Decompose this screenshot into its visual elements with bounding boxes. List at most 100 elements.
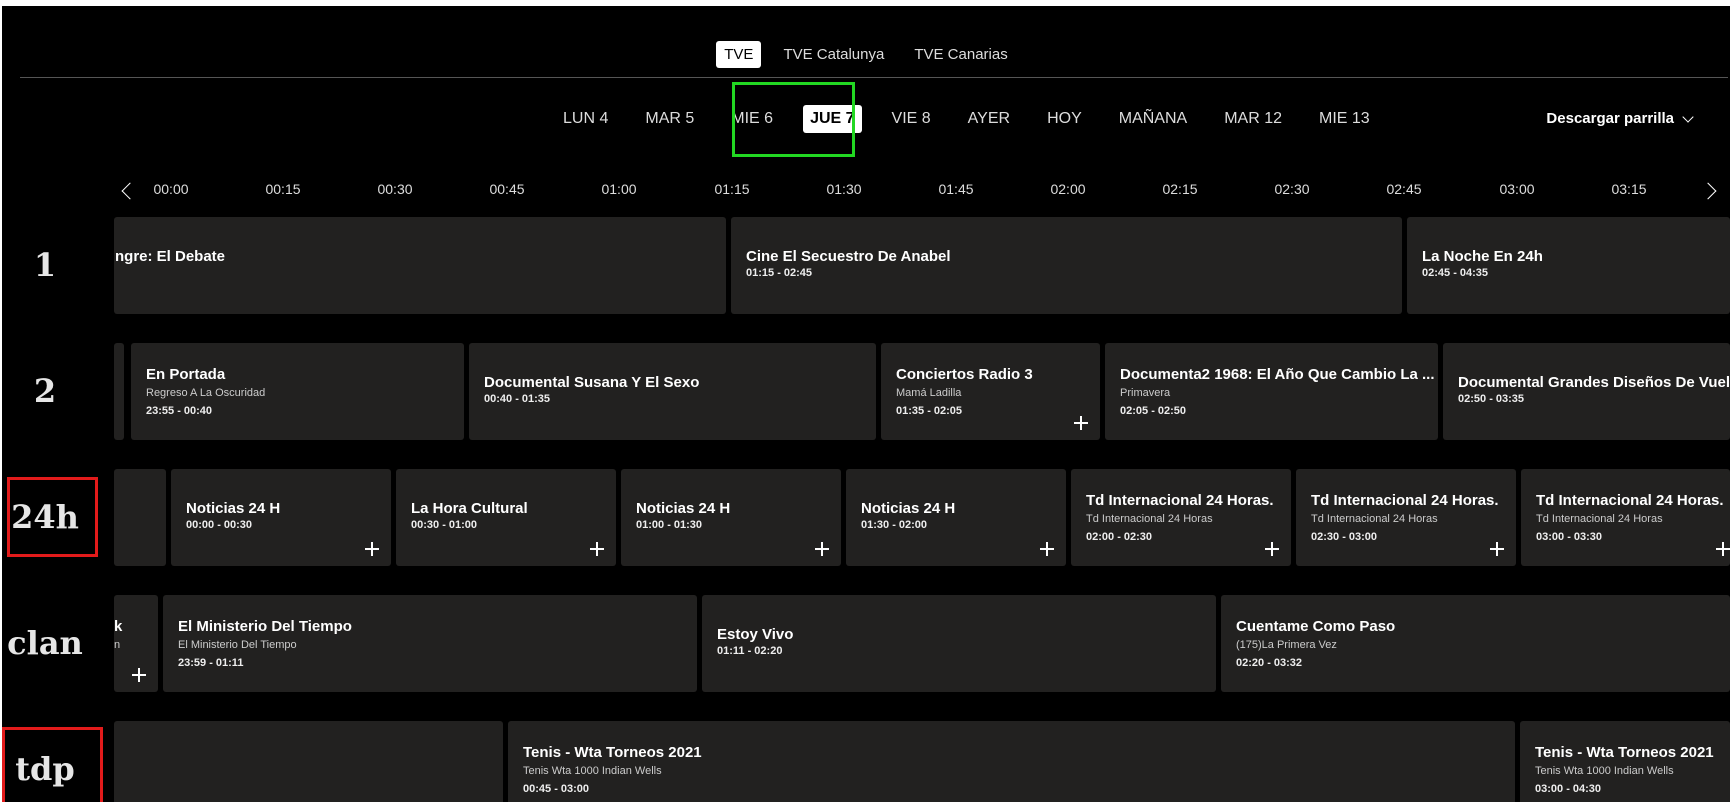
program-block[interactable]: El Ministerio Del Tiempo El Ministerio D… (163, 595, 697, 692)
program-title: En Portada (146, 366, 226, 383)
time-tick: 01:30 (826, 181, 862, 197)
program-block[interactable]: Noticias 24 H 00:00 - 00:30 (171, 469, 391, 566)
time-axis: 00:00 00:15 00:30 00:45 01:00 01:15 01:3… (114, 181, 1730, 201)
channel-logo-clan[interactable]: clan (2, 595, 88, 691)
time-tick: 03:15 (1611, 181, 1647, 197)
program-subtitle: n (114, 639, 121, 651)
add-icon[interactable] (1716, 542, 1730, 556)
tab-tve[interactable]: TVE (716, 41, 762, 68)
program-block[interactable]: Td Internacional 24 Horas. Td Internacio… (1521, 469, 1730, 566)
program-block[interactable]: Estoy Vivo 01:11 - 02:20 (702, 595, 1216, 692)
add-icon[interactable] (590, 542, 604, 556)
program-subtitle: Td Internacional 24 Horas (1311, 513, 1438, 525)
program-block[interactable]: Noticias 24 H 01:00 - 01:30 (621, 469, 841, 566)
time-tick: 01:00 (601, 181, 637, 197)
program-block[interactable]: En Portada Regreso A La Oscuridad 23:55 … (131, 343, 464, 440)
program-block[interactable]: Cuentame Como Paso (175)La Primera Vez 0… (1221, 595, 1730, 692)
channel-logo-2[interactable]: 2 (2, 343, 88, 439)
program-time: 23:59 - 01:11 (178, 657, 244, 669)
program-block[interactable]: Tenis - Wta Torneos 2021 Tenis Wta 1000 … (508, 721, 1515, 802)
chevron-down-icon (1682, 110, 1694, 123)
program-block[interactable] (114, 469, 166, 566)
time-tick: 02:30 (1274, 181, 1310, 197)
channel-logo-1[interactable]: 1 (2, 217, 88, 313)
day-vie-8[interactable]: VIE 8 (885, 105, 938, 133)
program-subtitle: Tenis Wta 1000 Indian Wells (523, 765, 662, 777)
program-block[interactable]: Noticias 24 H 01:30 - 02:00 (846, 469, 1066, 566)
program-time: 00:30 - 01:00 (411, 519, 478, 531)
program-block[interactable]: k n (114, 595, 158, 692)
add-icon[interactable] (1265, 542, 1279, 556)
program-time: 02:30 - 03:00 (1311, 531, 1378, 543)
program-title: Td Internacional 24 Horas. (1311, 492, 1499, 509)
program-title: La Noche En 24h (1422, 248, 1543, 265)
program-time: 02:20 - 03:32 (1236, 657, 1303, 669)
time-tick: 01:15 (714, 181, 750, 197)
program-title: Noticias 24 H (636, 500, 731, 517)
program-time: 23:55 - 00:40 (146, 405, 213, 417)
program-title: Conciertos Radio 3 (896, 366, 1033, 383)
program-block[interactable]: Documenta2 1968: El Año Que Cambio La ..… (1105, 343, 1438, 440)
program-title: Cine El Secuestro De Anabel (746, 248, 951, 265)
program-block[interactable]: Documental Susana Y El Sexo 00:40 - 01:3… (469, 343, 876, 440)
tab-tve-catalunya[interactable]: TVE Catalunya (775, 41, 892, 68)
day-selector: LUN 4 MAR 5 MIE 6 JUE 7 VIE 8 AYER HOY M… (556, 105, 1377, 133)
day-hoy[interactable]: HOY (1040, 105, 1089, 133)
day-mie-6[interactable]: MIE 6 (724, 105, 780, 133)
add-icon[interactable] (815, 542, 829, 556)
program-title: El Ministerio Del Tiempo (178, 618, 352, 635)
program-block[interactable]: Conciertos Radio 3 Mamá Ladilla 01:35 - … (881, 343, 1100, 440)
time-tick: 00:00 (153, 181, 189, 197)
program-title: Td Internacional 24 Horas. (1086, 492, 1274, 509)
program-time: 01:15 - 02:45 (746, 267, 813, 279)
download-grid-button[interactable]: Descargar parrilla (1546, 110, 1694, 127)
time-tick: 02:45 (1386, 181, 1422, 197)
channel-logo-tdp[interactable]: tdp (2, 721, 103, 802)
program-block[interactable]: Documental Grandes Diseños De Vuelta 02:… (1443, 343, 1730, 440)
program-time: 01:00 - 01:30 (636, 519, 703, 531)
tab-tve-canarias[interactable]: TVE Canarias (906, 41, 1015, 68)
program-block[interactable] (114, 343, 124, 440)
program-time: 01:30 - 02:00 (861, 519, 928, 531)
program-subtitle: Td Internacional 24 Horas (1536, 513, 1663, 525)
channel-logo-24h[interactable]: 24h (2, 469, 98, 565)
program-subtitle: El Ministerio Del Tiempo (178, 639, 297, 651)
program-block[interactable]: ngre: El Debate (114, 217, 726, 314)
program-title: Cuentame Como Paso (1236, 618, 1396, 635)
day-mie-13[interactable]: MIE 13 (1312, 105, 1377, 133)
add-icon[interactable] (1040, 542, 1054, 556)
program-block[interactable]: Tenis - Wta Torneos 2021 Tenis Wta 1000 … (1520, 721, 1730, 802)
day-mar-5[interactable]: MAR 5 (638, 105, 701, 133)
add-icon[interactable] (1074, 416, 1088, 430)
day-manana[interactable]: MAÑANA (1112, 105, 1194, 133)
program-title: Documental Grandes Diseños De Vuelta (1458, 374, 1730, 391)
add-icon[interactable] (365, 542, 379, 556)
program-title: La Hora Cultural (411, 500, 528, 517)
programming-guide: TVE TVE Catalunya TVE Canarias LUN 4 MAR… (2, 6, 1730, 802)
add-icon[interactable] (132, 668, 146, 682)
day-lun-4[interactable]: LUN 4 (556, 105, 615, 133)
program-block[interactable]: Td Internacional 24 Horas. Td Internacio… (1071, 469, 1291, 566)
program-block[interactable] (114, 721, 503, 802)
program-time: 00:00 - 00:30 (186, 519, 253, 531)
program-time: 02:45 - 04:35 (1422, 267, 1489, 279)
add-icon[interactable] (1490, 542, 1504, 556)
program-block[interactable]: La Hora Cultural 00:30 - 01:00 (396, 469, 616, 566)
chevron-right-icon[interactable] (1702, 180, 1716, 202)
day-mar-12[interactable]: MAR 12 (1217, 105, 1289, 133)
day-ayer[interactable]: AYER (961, 105, 1017, 133)
program-title: Td Internacional 24 Horas. (1536, 492, 1724, 509)
program-time: 02:50 - 03:35 (1458, 393, 1525, 405)
program-time: 01:11 - 02:20 (717, 645, 783, 657)
program-title: Documenta2 1968: El Año Que Cambio La ..… (1120, 366, 1435, 383)
day-jue-7[interactable]: JUE 7 (803, 105, 862, 133)
program-block[interactable]: La Noche En 24h 02:45 - 04:35 (1407, 217, 1730, 314)
program-time: 00:40 - 01:35 (484, 393, 551, 405)
program-block[interactable]: Td Internacional 24 Horas. Td Internacio… (1296, 469, 1516, 566)
program-subtitle: (175)La Primera Vez (1236, 639, 1337, 651)
time-tick: 01:45 (938, 181, 974, 197)
program-time: 01:35 - 02:05 (896, 405, 963, 417)
program-title: ngre: El Debate (115, 248, 226, 265)
program-subtitle: Td Internacional 24 Horas (1086, 513, 1213, 525)
program-block[interactable]: Cine El Secuestro De Anabel 01:15 - 02:4… (731, 217, 1402, 314)
